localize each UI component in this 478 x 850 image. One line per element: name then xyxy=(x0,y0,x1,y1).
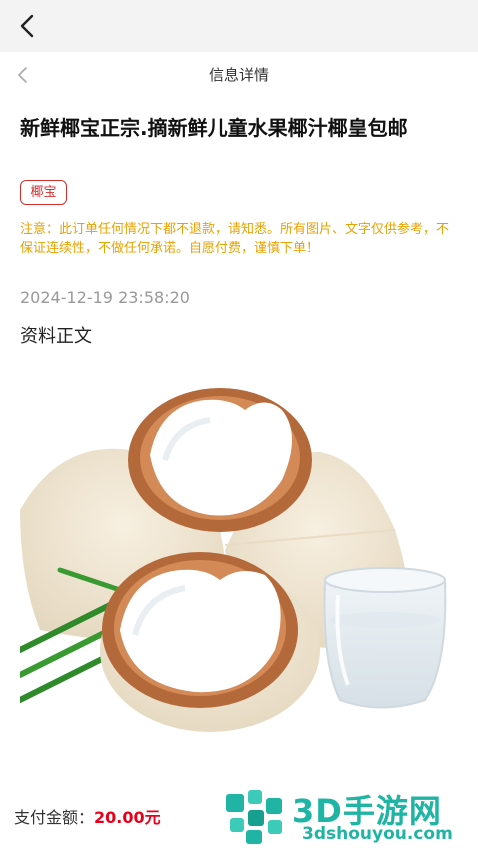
page-nav-bar: 信息详情 xyxy=(0,52,478,98)
watermark-logo xyxy=(226,790,282,844)
section-heading: 资料正文 xyxy=(20,326,92,347)
top-app-bar xyxy=(0,0,478,52)
payment-row: 支付金额：20.00元 xyxy=(14,804,161,828)
watermark: 3D手游网 3dshouyou.com xyxy=(222,784,478,850)
category-tag[interactable]: 椰宝 xyxy=(20,180,67,205)
post-timestamp: 2024-12-19 23:58:20 xyxy=(20,288,190,307)
post-title: 新鲜椰宝正宗.摘新鲜儿童水果椰汁椰皇包邮 xyxy=(20,116,408,140)
payment-amount: 20.00元 xyxy=(94,808,161,827)
notice-text: 注意：此订单任何情况下都不退款，请知悉。所有图片、文字仅供参考，不保证连续性，不… xyxy=(20,222,450,256)
coconut-image xyxy=(20,380,458,750)
chevron-left-icon[interactable] xyxy=(14,12,42,40)
watermark-site: 3dshouyou.com xyxy=(302,824,453,844)
page-title: 信息详情 xyxy=(208,66,269,84)
payment-label: 支付金额： xyxy=(14,808,95,827)
